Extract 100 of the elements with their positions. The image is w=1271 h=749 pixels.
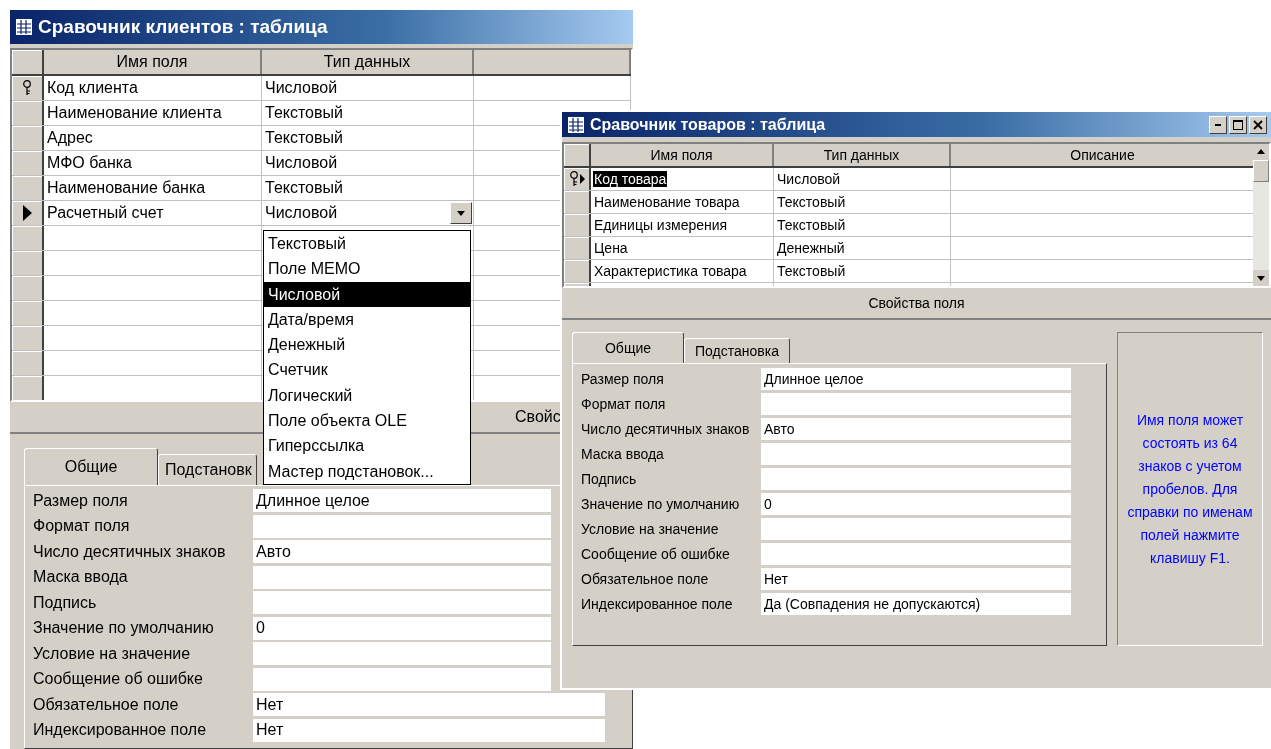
property-field[interactable]: Нет xyxy=(253,718,605,742)
list-item[interactable]: Мастер подстановок... xyxy=(264,458,470,484)
list-item[interactable]: Логический xyxy=(264,382,470,409)
tab[interactable]: Общие xyxy=(572,332,684,364)
property-field[interactable] xyxy=(761,467,1071,490)
field-name: Расчетный счет xyxy=(46,204,165,222)
row-selector[interactable] xyxy=(12,76,44,100)
scroll-thumb[interactable] xyxy=(1253,160,1269,182)
property-field[interactable] xyxy=(761,442,1071,465)
scroll-down-icon[interactable] xyxy=(1253,270,1269,286)
close-button[interactable] xyxy=(1249,115,1267,134)
property-field[interactable]: Авто xyxy=(253,540,551,564)
row-selector[interactable] xyxy=(12,376,44,400)
row-selector[interactable] xyxy=(564,191,591,213)
column-header[interactable]: Тип данных xyxy=(262,50,474,74)
minimize-button[interactable] xyxy=(1209,115,1227,134)
row-selector[interactable] xyxy=(12,151,44,175)
field-name: Код клиента xyxy=(46,79,139,97)
property-label: Маска ввода xyxy=(32,568,129,587)
data-type: Текстовый xyxy=(264,104,344,122)
property-field[interactable] xyxy=(253,565,551,589)
property-label: Размер поля xyxy=(580,370,665,387)
property-label: Подпись xyxy=(32,593,98,612)
field-name: Наименование клиента xyxy=(46,104,223,122)
row-selector[interactable] xyxy=(12,301,44,325)
data-type: Числовой xyxy=(264,204,339,222)
property-field[interactable]: Нет xyxy=(253,693,605,717)
property-field[interactable]: Длинное целое xyxy=(253,489,551,513)
property-field[interactable]: 0 xyxy=(253,616,551,640)
list-item[interactable]: Текстовый xyxy=(264,231,470,257)
property-field[interactable] xyxy=(253,642,551,666)
row-selector[interactable] xyxy=(12,126,44,150)
row-selector[interactable] xyxy=(12,326,44,350)
column-header[interactable]: Имя поля xyxy=(44,50,262,74)
property-label: Размер поля xyxy=(32,491,129,510)
window-title: Сравочник товаров : таблица xyxy=(590,115,826,134)
row-selector[interactable] xyxy=(12,351,44,375)
property-field[interactable] xyxy=(253,667,551,691)
property-label: Маска ввода xyxy=(580,445,665,462)
row-selector[interactable] xyxy=(12,251,44,275)
property-field[interactable] xyxy=(253,514,551,538)
table-icon xyxy=(16,19,32,35)
field-name: Характеристика товара xyxy=(593,263,748,279)
property-label: Число десятичных знаков xyxy=(32,542,227,561)
data-type: Текстовый xyxy=(776,217,847,233)
scroll-up-icon[interactable] xyxy=(1253,144,1269,160)
field-name: Цена xyxy=(593,240,629,256)
list-item[interactable]: Гиперссылка xyxy=(264,433,470,459)
property-field[interactable]: Да (Совпадения не допускаются) xyxy=(761,592,1071,615)
list-item[interactable]: Денежный xyxy=(264,332,470,358)
data-type: Денежный xyxy=(776,240,846,256)
property-field[interactable]: Длинное целое xyxy=(761,367,1071,390)
property-field[interactable] xyxy=(761,392,1071,415)
property-field[interactable] xyxy=(253,591,551,615)
property-label: Индексированное поле xyxy=(32,721,208,740)
list-item[interactable]: Поле объекта OLE xyxy=(264,408,470,434)
row-selector[interactable] xyxy=(12,226,44,250)
row-selector[interactable] xyxy=(564,237,591,259)
list-item[interactable]: Счетчик xyxy=(264,357,470,383)
maximize-button[interactable] xyxy=(1229,115,1247,134)
tab[interactable]: Общие xyxy=(24,448,158,486)
property-field[interactable]: Авто xyxy=(761,417,1071,440)
caret-icon xyxy=(457,210,465,216)
row-selector[interactable] xyxy=(12,276,44,300)
field-name: Код товара xyxy=(593,171,668,187)
field-name: Наименование банка xyxy=(46,179,207,197)
property-field[interactable] xyxy=(761,542,1071,565)
list-item[interactable]: Числовой xyxy=(264,281,470,307)
property-label: Сообщение об ошибке xyxy=(580,545,731,562)
row-selector[interactable] xyxy=(564,214,591,236)
tab[interactable]: Подстановк xyxy=(158,454,257,486)
column-header[interactable]: Тип данных xyxy=(774,144,951,166)
data-type: Текстовый xyxy=(776,194,847,210)
property-field[interactable]: Нет xyxy=(761,567,1071,590)
property-field[interactable] xyxy=(761,517,1071,540)
data-type: Текстовый xyxy=(264,179,344,197)
row-selector[interactable] xyxy=(12,201,44,225)
property-label: Обязательное поле xyxy=(32,695,180,714)
row-selector[interactable] xyxy=(564,168,591,190)
field-name: Единицы измерения xyxy=(593,217,729,233)
window-title: Сравочник клиентов : таблица xyxy=(38,16,328,38)
hint-text: Имя поля может состоять из 64 знаков с учетом пробелов. Для справки по именам полей нажмите клавишу F1. xyxy=(1126,410,1254,568)
property-label: Число десятичных знаков xyxy=(580,420,751,437)
row-selector[interactable] xyxy=(12,101,44,125)
data-type: Числовой xyxy=(264,154,339,172)
field-name: МФО банка xyxy=(46,154,133,172)
property-label: Сообщение об ошибке xyxy=(32,670,204,689)
data-type: Текстовый xyxy=(776,263,847,279)
tab[interactable]: Подстановка xyxy=(684,338,790,364)
scroll-bar[interactable] xyxy=(1253,144,1269,286)
property-field[interactable]: 0 xyxy=(761,492,1071,515)
row-selector[interactable] xyxy=(12,176,44,200)
list-item[interactable]: Поле MEMO xyxy=(264,256,470,282)
dropdown-button[interactable] xyxy=(450,202,472,224)
property-label: Обязательное поле xyxy=(580,570,710,587)
row-selector[interactable] xyxy=(564,260,591,282)
close-icon xyxy=(1253,119,1263,130)
column-header[interactable]: Имя поля xyxy=(591,144,774,166)
property-label: Значение по умолчанию xyxy=(580,495,741,512)
list-item[interactable]: Дата/время xyxy=(264,306,470,333)
